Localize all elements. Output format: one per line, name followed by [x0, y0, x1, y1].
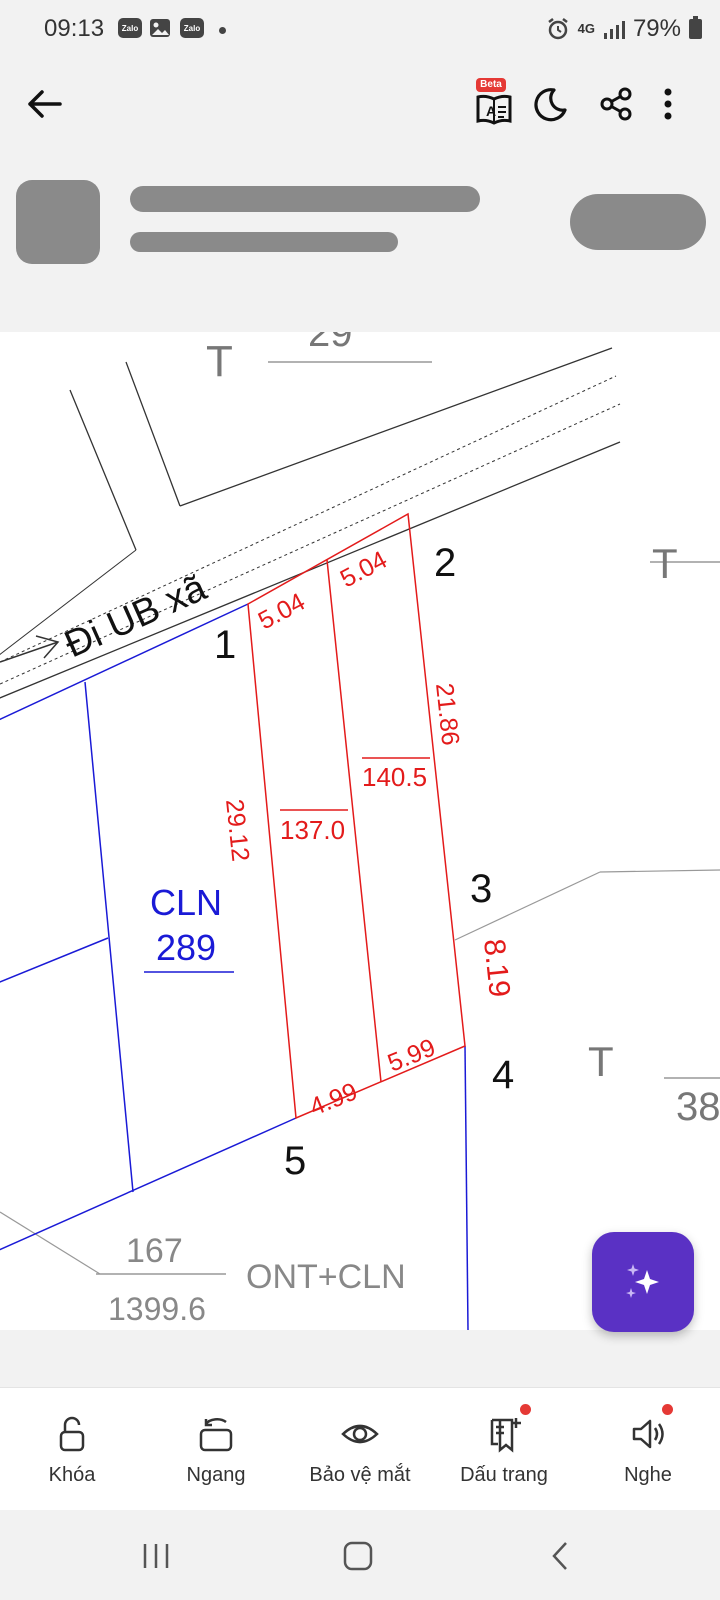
svg-text:A: A — [486, 103, 496, 119]
recent-apps-button[interactable] — [132, 1534, 180, 1578]
top-parcel-number: 29 — [308, 332, 353, 355]
land-parcel-map: T 29 T T 38 Đi UB xã 1 2 3 4 5 5.04 5.04… — [0, 332, 720, 1330]
area-left-lot: 137.0 — [280, 815, 345, 845]
more-vertical-icon — [664, 88, 672, 120]
point-5-label: 5 — [284, 1139, 306, 1183]
sparkle-ai-icon — [626, 1264, 659, 1298]
gallery-icon — [148, 18, 172, 38]
home-icon — [343, 1541, 373, 1571]
alarm-icon — [547, 18, 568, 40]
back-button[interactable] — [20, 80, 68, 128]
beta-badge: Beta — [476, 78, 506, 92]
more-notifications-dot — [219, 27, 226, 34]
subtitle-placeholder — [130, 232, 398, 252]
listen-notification-dot — [662, 1404, 673, 1415]
bottom-parcel-number: 167 — [126, 1232, 183, 1270]
moon-icon — [534, 88, 567, 122]
road-label: Đi UB xã — [59, 567, 214, 667]
gray-boundary-2 — [599, 869, 720, 873]
app-toolbar: A Beta — [0, 58, 720, 162]
signal-icon — [603, 21, 625, 39]
night-mode-button[interactable] — [526, 80, 574, 128]
survey-map-image: T 29 T T 38 Đi UB xã 1 2 3 4 5 5.04 5.04… — [0, 332, 720, 1330]
home-button[interactable] — [334, 1534, 382, 1578]
avatar-placeholder — [16, 180, 100, 264]
zalo-notification-icon: Zalo — [118, 18, 142, 38]
system-back-button[interactable] — [536, 1534, 584, 1578]
dim-499: 4.99 — [306, 1077, 362, 1121]
bookmark-notification-dot — [520, 1404, 531, 1415]
bookmark-add-icon — [490, 1418, 521, 1453]
nav-landscape-label: Ngang — [186, 1464, 246, 1486]
road-edge-line — [69, 389, 137, 551]
dim-819: 8.19 — [477, 937, 516, 999]
bottom-nav: Khóa Ngang Bảo vệ mắt Dấu trang Nghe — [0, 1387, 720, 1510]
dim-504-right: 5.04 — [336, 546, 392, 594]
dim-504-left: 5.04 — [254, 588, 310, 636]
nav-eye-protect-label: Bảo vệ mắt — [309, 1464, 411, 1486]
top-label-T: T — [206, 337, 233, 386]
area-right-lot: 140.5 — [362, 762, 427, 792]
status-bar: 09:13 Zalo Zalo 4G 79% — [0, 0, 720, 58]
more-options-button[interactable] — [644, 80, 692, 128]
dim-2186: 21.86 — [430, 682, 464, 747]
dim-599: 5.99 — [384, 1033, 440, 1077]
status-time: 09:13 — [44, 15, 105, 42]
nav-bookmark[interactable]: Dấu trang — [432, 1388, 576, 1510]
right-label-T: T — [652, 540, 678, 587]
right-label-T-2: T — [588, 1038, 614, 1085]
chevron-left-icon — [552, 1542, 567, 1570]
action-button-placeholder[interactable] — [570, 194, 706, 250]
battery-percent: 79% — [632, 15, 681, 42]
blue-boundaries — [0, 603, 469, 1330]
eye-icon — [341, 1424, 379, 1444]
nav-listen[interactable]: Nghe — [576, 1388, 720, 1510]
arrow-left-icon — [28, 90, 62, 118]
nav-listen-label: Nghe — [624, 1464, 672, 1486]
dimension-labels: 5.04 5.04 21.86 29.12 8.19 4.99 5.99 137… — [220, 546, 516, 1122]
share-icon — [600, 87, 632, 121]
network-type: 4G — [577, 21, 595, 36]
right-parcel-number: 38 — [676, 1085, 720, 1129]
zalo-notification-icon-2: Zalo — [180, 18, 204, 38]
bottom-land-type: ONT+CLN — [246, 1258, 406, 1296]
title-placeholder — [130, 186, 480, 212]
reader-mode-button[interactable]: A Beta — [470, 78, 518, 128]
nav-lock[interactable]: Khóa — [0, 1388, 144, 1510]
point-4-label: 4 — [492, 1053, 514, 1097]
share-button[interactable] — [592, 80, 640, 128]
speaker-icon — [632, 1419, 664, 1449]
system-navigation-bar — [0, 1510, 720, 1600]
nav-bookmark-label: Dấu trang — [460, 1464, 548, 1486]
cln-label: CLN — [150, 882, 222, 923]
point-1-label: 1 — [214, 623, 236, 667]
dim-2912: 29.12 — [220, 798, 254, 863]
cln-number: 289 — [156, 927, 216, 968]
nav-lock-label: Khóa — [48, 1464, 96, 1486]
battery-icon — [689, 16, 702, 39]
nav-eye-protect[interactable]: Bảo vệ mắt — [288, 1388, 432, 1510]
bottom-parcel-area: 1399.6 — [108, 1291, 206, 1327]
ai-assistant-button[interactable] — [592, 1232, 694, 1332]
rotate-landscape-icon — [199, 1418, 233, 1452]
author-banner — [0, 162, 720, 332]
point-3-label: 3 — [470, 867, 492, 911]
point-2-label: 2 — [434, 541, 456, 585]
lock-icon — [59, 1416, 85, 1452]
status-right: 4G 79% — [546, 15, 702, 43]
nav-landscape[interactable]: Ngang — [144, 1388, 288, 1510]
recent-apps-icon — [143, 1544, 169, 1568]
